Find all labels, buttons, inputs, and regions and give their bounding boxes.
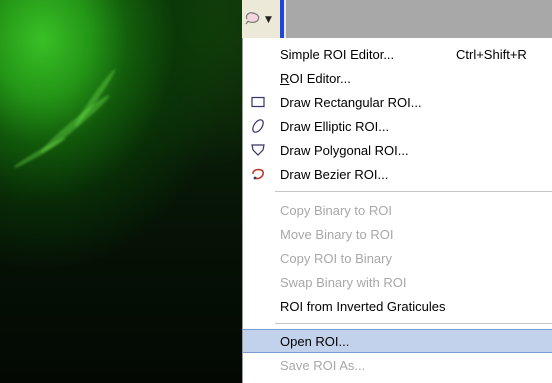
roi-lasso-icon bbox=[244, 10, 262, 31]
ellipse-roi-icon bbox=[243, 114, 273, 138]
menu-item-draw-rectangular-roi[interactable]: Draw Rectangular ROI... bbox=[243, 90, 552, 114]
toolbar-accent-line bbox=[280, 0, 284, 38]
roi-tool-button[interactable]: ▼ bbox=[244, 7, 278, 33]
menu-item-roi-editor[interactable]: ROI Editor... bbox=[243, 66, 552, 90]
bezier-roi-icon bbox=[243, 162, 273, 186]
rectangle-roi-icon bbox=[243, 90, 273, 114]
menu-item-copy-binary-to-roi[interactable]: Copy Binary to ROI bbox=[243, 198, 552, 222]
polygon-roi-icon bbox=[243, 138, 273, 162]
image-viewport[interactable] bbox=[0, 0, 242, 383]
menu-item-label: Save ROI As... bbox=[280, 357, 366, 373]
menu-item-label: Simple ROI Editor... bbox=[280, 46, 395, 62]
menu-item-label: Open ROI... bbox=[280, 333, 350, 349]
menu-item-label: ROI Editor... bbox=[280, 70, 351, 86]
menu-item-label: Draw Polygonal ROI... bbox=[280, 142, 409, 158]
menu-item-label: Copy Binary to ROI bbox=[280, 202, 392, 218]
menu-item-move-binary-to-roi[interactable]: Move Binary to ROI bbox=[243, 222, 552, 246]
roi-dropdown-menu: Simple ROI Editor... Ctrl+Shift+R ROI Ed… bbox=[242, 38, 552, 383]
menu-item-shortcut: Ctrl+Shift+R bbox=[456, 46, 527, 62]
image-feature bbox=[72, 67, 118, 129]
menu-item-label: Draw Rectangular ROI... bbox=[280, 94, 422, 110]
toolbar: ▼ bbox=[242, 0, 552, 38]
menu-item-label: Copy ROI to Binary bbox=[280, 250, 392, 266]
menu-item-label: ROI from Inverted Graticules bbox=[280, 298, 446, 314]
menu-separator bbox=[275, 191, 552, 192]
menu-item-draw-elliptic-roi[interactable]: Draw Elliptic ROI... bbox=[243, 114, 552, 138]
menu-item-label: Draw Bezier ROI... bbox=[280, 166, 389, 182]
menu-item-save-roi-as[interactable]: Save ROI As... bbox=[243, 353, 552, 377]
menu-item-label: Draw Elliptic ROI... bbox=[280, 118, 390, 134]
menu-item-draw-bezier-roi[interactable]: Draw Bezier ROI... bbox=[243, 162, 552, 186]
app-window: ▼ Simple ROI Editor... Ctrl+Shift+R ROI … bbox=[0, 0, 552, 383]
menu-item-copy-roi-to-binary[interactable]: Copy ROI to Binary bbox=[243, 246, 552, 270]
toolbar-empty-area bbox=[286, 0, 552, 38]
menu-item-label: Move Binary to ROI bbox=[280, 226, 394, 242]
chevron-down-icon[interactable]: ▼ bbox=[265, 15, 272, 25]
menu-item-swap-binary-with-roi[interactable]: Swap Binary with ROI bbox=[243, 270, 552, 294]
menu-item-label: Swap Binary with ROI bbox=[280, 274, 407, 290]
menu-item-simple-roi-editor[interactable]: Simple ROI Editor... Ctrl+Shift+R bbox=[243, 42, 552, 66]
menu-item-open-roi[interactable]: Open ROI... bbox=[243, 329, 552, 353]
menu-separator bbox=[275, 323, 552, 324]
menu-item-roi-from-inverted-graticules[interactable]: ROI from Inverted Graticules bbox=[243, 294, 552, 318]
image-feature bbox=[12, 135, 68, 170]
menu-item-draw-polygonal-roi[interactable]: Draw Polygonal ROI... bbox=[243, 138, 552, 162]
